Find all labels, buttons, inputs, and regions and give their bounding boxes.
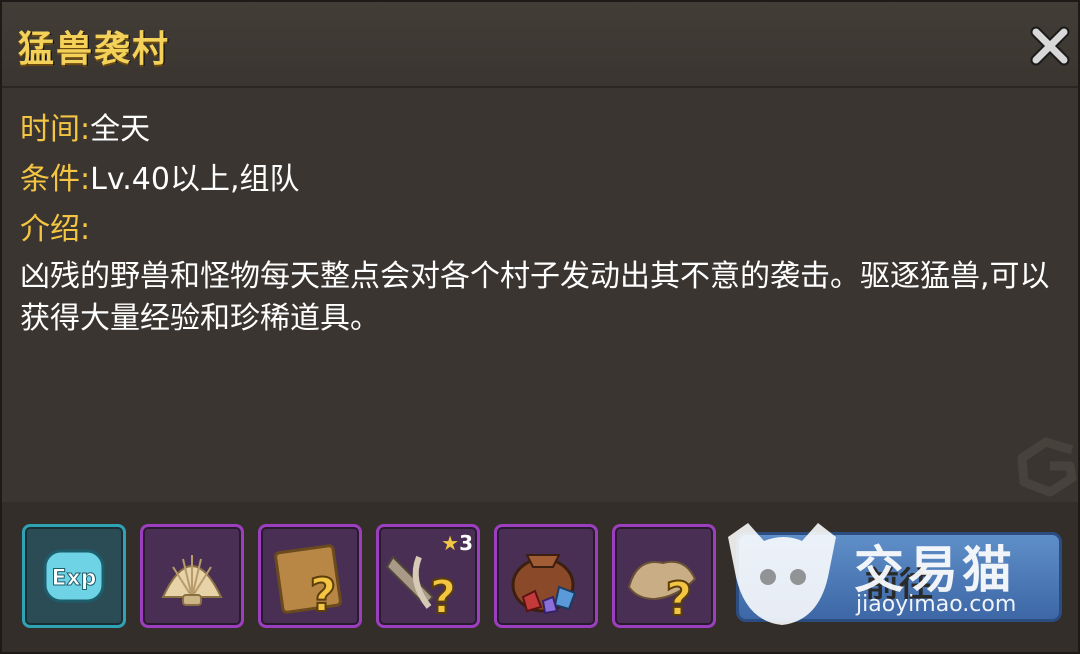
reward-slot-relic[interactable]: ?: [612, 524, 716, 628]
shell-icon: [161, 555, 223, 606]
close-button[interactable]: [1028, 24, 1072, 68]
watermark-url: jiaoyimao.com: [856, 592, 1017, 617]
star-icon: ★: [441, 531, 460, 555]
star-badge: ★3: [441, 531, 473, 555]
star-count: 3: [459, 531, 473, 555]
event-dialog: 猛兽袭村 时间:全天 条件:Lv.40以上,组队 介绍: 凶残的野兽和怪物每天整…: [0, 0, 1080, 654]
reward-slot-gem-bag[interactable]: [494, 524, 598, 628]
condition-label: 条件:: [20, 162, 91, 197]
reward-slot-exp[interactable]: Exp: [22, 524, 126, 628]
gem-bag-icon: [511, 554, 577, 615]
condition-row: 条件:Lv.40以上,组队: [20, 154, 300, 198]
time-row: 时间:全天: [20, 104, 150, 148]
close-icon: [1030, 26, 1070, 66]
reward-slot-scroll[interactable]: ?: [258, 524, 362, 628]
reward-slot-shell[interactable]: [140, 524, 244, 628]
svg-text:?: ?: [430, 570, 457, 624]
intro-label: 介绍:: [20, 212, 91, 247]
time-value: 全天: [90, 112, 151, 147]
exp-icon: Exp: [43, 549, 105, 603]
title-bar: 猛兽袭村: [2, 2, 1078, 88]
dialog-title: 猛兽袭村: [18, 29, 171, 70]
svg-text:?: ?: [666, 572, 693, 625]
svg-text:?: ?: [310, 568, 337, 622]
time-label: 时间:: [20, 112, 91, 147]
exp-text: Exp: [52, 566, 97, 591]
condition-value: Lv.40以上,组队: [90, 162, 300, 197]
reward-slot-weapon[interactable]: ? ★3: [376, 524, 480, 628]
logo-mark-icon: [1017, 437, 1077, 497]
intro-row: 介绍:: [20, 204, 90, 248]
mystery-scroll-icon: ?: [274, 544, 342, 623]
mystery-relic-icon: ?: [627, 560, 697, 625]
event-description: 凶残的野兽和怪物每天整点会对各个村子发动出其不意的袭击。驱逐猛兽,可以获得大量经…: [20, 259, 1050, 336]
